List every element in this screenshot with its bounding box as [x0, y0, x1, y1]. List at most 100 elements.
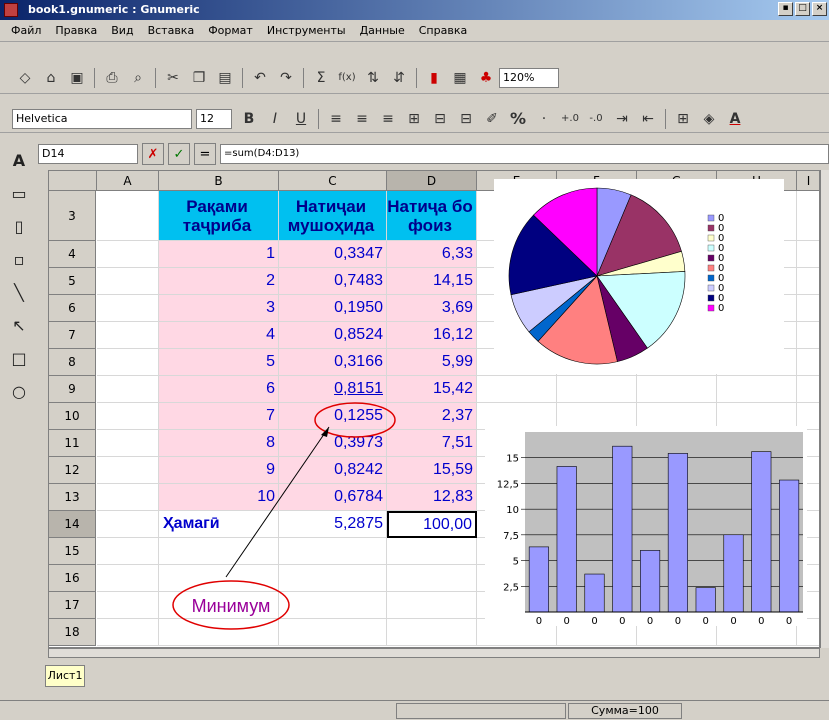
align-right-icon[interactable]: ≡: [377, 108, 399, 130]
grid-cell[interactable]: [97, 538, 159, 565]
grid-cell[interactable]: [797, 376, 819, 403]
split-icon[interactable]: ⊟: [455, 108, 477, 130]
sort-ascending-icon[interactable]: ⇅: [362, 67, 384, 89]
line-tool-icon[interactable]: ╲: [14, 283, 24, 302]
grid-cell[interactable]: [797, 241, 819, 268]
copy-icon[interactable]: ❐: [188, 67, 210, 89]
column-header-d[interactable]: D: [387, 171, 477, 191]
row-header-18[interactable]: 18: [49, 619, 96, 646]
grid-cell[interactable]: [97, 565, 159, 592]
table-cell-b[interactable]: 4: [159, 322, 279, 349]
equals-icon[interactable]: =: [194, 143, 216, 165]
save-icon[interactable]: ▣: [66, 67, 88, 89]
print-preview-icon[interactable]: ⌕: [127, 67, 149, 89]
table-cell-b[interactable]: 7: [159, 403, 279, 430]
row-header-9[interactable]: 9: [49, 376, 96, 403]
cell-reference-box[interactable]: D14: [38, 144, 138, 164]
row-header-13[interactable]: 13: [49, 484, 96, 511]
redo-icon[interactable]: ↷: [275, 67, 297, 89]
new-icon[interactable]: ◇: [14, 67, 36, 89]
table-cell-b[interactable]: 3: [159, 295, 279, 322]
grid-cell[interactable]: [387, 565, 477, 592]
grid-cell[interactable]: [279, 592, 387, 619]
row-header-12[interactable]: 12: [49, 457, 96, 484]
thousands-icon[interactable]: ·: [533, 108, 555, 130]
table-cell-c[interactable]: 0,1950: [279, 295, 387, 322]
grid-cell[interactable]: [159, 565, 279, 592]
bar[interactable]: [779, 479, 800, 613]
grid-cell[interactable]: [159, 538, 279, 565]
column-header-c[interactable]: C: [279, 171, 387, 191]
grid-cell[interactable]: [159, 619, 279, 646]
grid-cell[interactable]: [97, 511, 159, 538]
grid-cell[interactable]: [797, 322, 819, 349]
grid-cell[interactable]: [279, 565, 387, 592]
sort-descending-icon[interactable]: ⇵: [388, 67, 410, 89]
pie-chart[interactable]: 0000000000: [494, 179, 784, 374]
undo-icon[interactable]: ↶: [249, 67, 271, 89]
grid-cell[interactable]: [97, 484, 159, 511]
merge-cells-icon[interactable]: ⊞: [403, 108, 425, 130]
rectangle-tool-icon[interactable]: □: [11, 349, 26, 368]
text-tool-icon[interactable]: A: [13, 151, 25, 170]
arrow-tool-icon[interactable]: ↖: [12, 316, 25, 335]
paste-icon[interactable]: ▤: [214, 67, 236, 89]
table-cell-b[interactable]: 9: [159, 457, 279, 484]
bar[interactable]: [528, 546, 549, 613]
row-header-5[interactable]: 5: [49, 268, 96, 295]
currency-icon[interactable]: ✐: [481, 108, 503, 130]
table-cell-d[interactable]: 3,69: [387, 295, 477, 322]
font-select[interactable]: Helvetica: [12, 108, 192, 129]
unmerge-icon[interactable]: ⊟: [429, 108, 451, 130]
column-header-i[interactable]: I: [797, 171, 819, 191]
graphics-icon[interactable]: ♣: [475, 67, 497, 89]
row-header-7[interactable]: 7: [49, 322, 96, 349]
column-header-a[interactable]: A: [97, 171, 159, 191]
grid-cell[interactable]: [797, 349, 819, 376]
row-header-4[interactable]: 4: [49, 241, 96, 268]
menu-insert[interactable]: Вставка: [141, 20, 202, 41]
bar[interactable]: [667, 453, 688, 613]
underline-icon[interactable]: U: [290, 108, 312, 130]
grid-cell[interactable]: [97, 241, 159, 268]
table-cell-c[interactable]: 0,1255: [279, 403, 387, 430]
table-cell-d[interactable]: 2,37: [387, 403, 477, 430]
table-cell-b[interactable]: 2: [159, 268, 279, 295]
table-cell-d[interactable]: 16,12: [387, 322, 477, 349]
cancel-icon[interactable]: ✗: [142, 143, 164, 165]
header-cell-b[interactable]: Рақами таҷриба: [159, 191, 279, 241]
bar[interactable]: [612, 445, 633, 613]
frame-tool-icon[interactable]: ▯: [15, 217, 24, 236]
italic-icon[interactable]: I: [264, 108, 286, 130]
grid-cell[interactable]: [797, 191, 819, 241]
grid-cell[interactable]: [279, 619, 387, 646]
spreadsheet-grid[interactable]: A B C D E F G H I 3 4 5 6 7 8 9 10 11 12 13 14 15 16 17 18 Рақами…: [48, 170, 820, 648]
menu-edit[interactable]: Правка: [48, 20, 104, 41]
sum-icon[interactable]: Σ: [310, 67, 332, 89]
row-header-8[interactable]: 8: [49, 349, 96, 376]
menu-file[interactable]: Файл: [4, 20, 48, 41]
increase-decimal-icon[interactable]: +.0: [559, 108, 581, 130]
bar[interactable]: [584, 573, 605, 613]
table-cell-b[interactable]: 1: [159, 241, 279, 268]
ellipse-tool-icon[interactable]: ○: [12, 382, 26, 401]
open-icon[interactable]: ⌂: [40, 67, 62, 89]
grid-cell[interactable]: [717, 376, 797, 403]
indent-icon[interactable]: ⇥: [611, 108, 633, 130]
grid-cell[interactable]: [97, 295, 159, 322]
menu-view[interactable]: Вид: [104, 20, 140, 41]
header-cell-c[interactable]: Натиҷаи мушоҳида: [279, 191, 387, 241]
grid-cell[interactable]: [97, 322, 159, 349]
grid-cell[interactable]: [557, 376, 637, 403]
row-header-11[interactable]: 11: [49, 430, 96, 457]
table-cell-d[interactable]: 14,15: [387, 268, 477, 295]
grid-cell[interactable]: [97, 191, 159, 241]
bar[interactable]: [723, 534, 744, 613]
print-icon[interactable]: ⎙: [101, 67, 123, 89]
formula-input[interactable]: =sum(D4:D13): [220, 144, 829, 164]
table-cell-c[interactable]: 0,6784: [279, 484, 387, 511]
table-cell-d[interactable]: 15,42: [387, 376, 477, 403]
align-center-icon[interactable]: ≡: [351, 108, 373, 130]
close-button[interactable]: ×: [812, 2, 827, 16]
accept-icon[interactable]: ✓: [168, 143, 190, 165]
